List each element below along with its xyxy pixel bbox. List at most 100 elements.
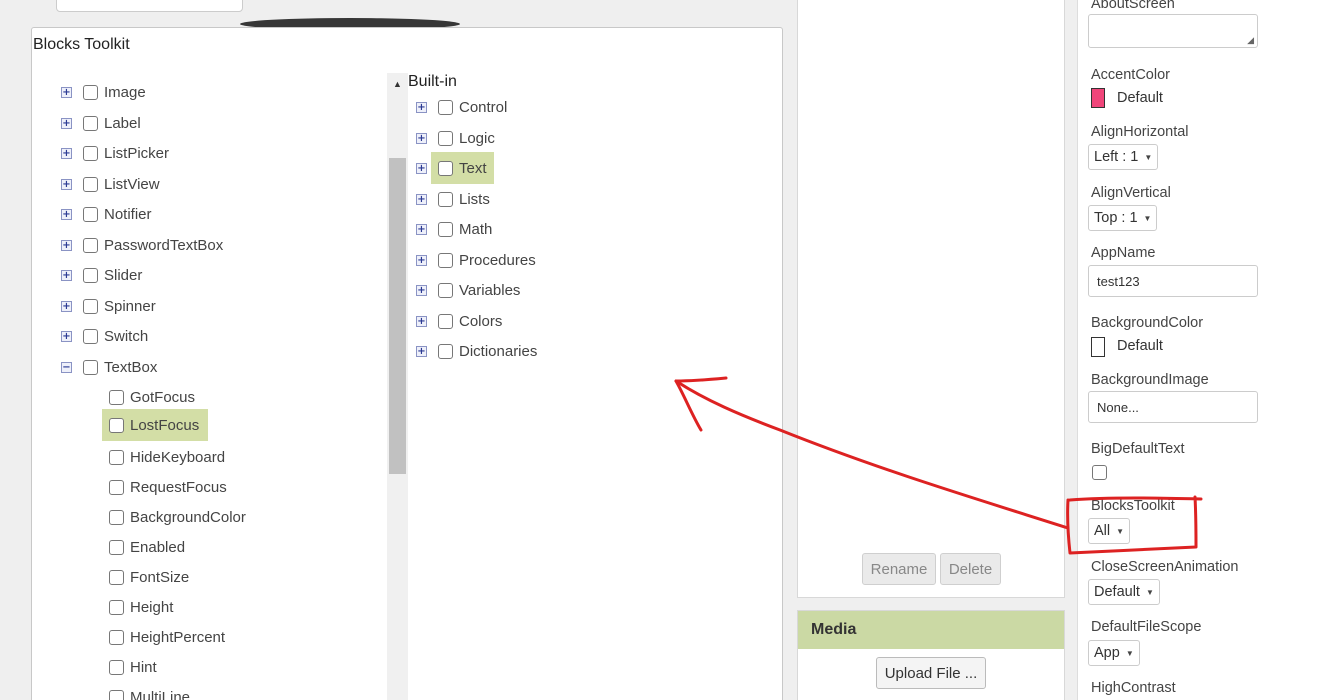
- rename-button[interactable]: Rename: [862, 553, 936, 585]
- expand-icon[interactable]: +: [416, 315, 427, 327]
- checkbox[interactable]: [438, 191, 453, 207]
- builtin-item-colors[interactable]: + Colors: [416, 309, 502, 333]
- tree-item-switch[interactable]: + Switch: [61, 324, 148, 348]
- checkbox[interactable]: [109, 417, 124, 433]
- backgroundimage-input[interactable]: None...: [1088, 391, 1258, 423]
- tree-item-spinner[interactable]: + Spinner: [61, 294, 156, 318]
- tree-child-gotfocus[interactable]: GotFocus: [109, 385, 195, 409]
- checkbox[interactable]: [109, 629, 124, 645]
- accent-color-swatch[interactable]: [1091, 88, 1105, 108]
- builtin-item-control[interactable]: + Control: [416, 95, 507, 119]
- tree-item-passwordtextbox[interactable]: + PasswordTextBox: [61, 233, 223, 257]
- bigdefaulttext-checkbox[interactable]: [1092, 465, 1107, 480]
- tree-item-listpicker[interactable]: + ListPicker: [61, 141, 169, 165]
- tree-child-requestfocus[interactable]: RequestFocus: [109, 475, 227, 499]
- tree-scrollbar-thumb[interactable]: [389, 158, 406, 474]
- checkbox[interactable]: [109, 449, 124, 465]
- accent-color-value[interactable]: Default: [1117, 90, 1163, 106]
- aboutscreen-textarea[interactable]: ◢: [1088, 14, 1258, 48]
- expand-icon[interactable]: +: [61, 239, 72, 251]
- alignhorizontal-select[interactable]: Left : 1 ▼: [1088, 144, 1159, 170]
- checkbox[interactable]: [109, 479, 124, 495]
- checkbox[interactable]: [109, 539, 124, 555]
- expand-icon[interactable]: +: [61, 147, 72, 159]
- background-color-value[interactable]: Default: [1117, 338, 1163, 354]
- tree-child-multiline[interactable]: MultiLine: [109, 685, 190, 700]
- resize-handle-icon[interactable]: ◢: [1247, 35, 1254, 46]
- builtin-item-dictionaries[interactable]: + Dictionaries: [416, 339, 537, 363]
- collapse-icon[interactable]: −: [61, 361, 72, 373]
- builtin-item-lists[interactable]: + Lists: [416, 187, 490, 211]
- builtin-item-text[interactable]: + Text: [416, 152, 494, 184]
- builtin-item-variables[interactable]: + Variables: [416, 278, 520, 302]
- builtin-item-logic[interactable]: + Logic: [416, 126, 495, 150]
- expand-icon[interactable]: +: [61, 330, 72, 342]
- checkbox[interactable]: [83, 176, 98, 192]
- upload-file-button[interactable]: Upload File ...: [876, 657, 986, 689]
- checkbox[interactable]: [438, 130, 453, 146]
- checkbox[interactable]: [83, 328, 98, 344]
- tree-item-textbox[interactable]: − TextBox: [61, 355, 157, 379]
- expand-icon[interactable]: +: [61, 178, 72, 190]
- tree-item-notifier[interactable]: + Notifier: [61, 202, 152, 226]
- tree-child-height[interactable]: Height: [109, 595, 173, 619]
- tree-item-label-component[interactable]: + Label: [61, 111, 141, 135]
- tree-item-slider[interactable]: + Slider: [61, 263, 142, 287]
- tree-child-backgroundcolor[interactable]: BackgroundColor: [109, 505, 246, 529]
- expand-icon[interactable]: +: [61, 86, 72, 98]
- tree-child-enabled[interactable]: Enabled: [109, 535, 185, 559]
- tree-child-heightpercent[interactable]: HeightPercent: [109, 625, 225, 649]
- checkbox[interactable]: [109, 599, 124, 615]
- expand-icon[interactable]: +: [416, 162, 427, 174]
- expand-icon[interactable]: +: [416, 132, 427, 144]
- checkbox[interactable]: [83, 84, 98, 100]
- expand-icon[interactable]: +: [61, 300, 72, 312]
- tree-child-fontsize[interactable]: FontSize: [109, 565, 189, 589]
- delete-button[interactable]: Delete: [940, 553, 1001, 585]
- checkbox[interactable]: [83, 115, 98, 131]
- checkbox[interactable]: [83, 206, 98, 222]
- expand-icon[interactable]: +: [416, 345, 427, 357]
- tree-child-hint[interactable]: Hint: [109, 655, 157, 679]
- checkbox[interactable]: [438, 221, 453, 237]
- checkbox[interactable]: [438, 282, 453, 298]
- expand-icon[interactable]: +: [61, 208, 72, 220]
- tree-child-lostfocus[interactable]: LostFocus: [102, 409, 208, 441]
- checkbox[interactable]: [109, 689, 124, 700]
- checkbox[interactable]: [109, 509, 124, 525]
- builtin-item-math[interactable]: + Math: [416, 217, 492, 241]
- expand-icon[interactable]: +: [416, 223, 427, 235]
- expand-icon[interactable]: +: [416, 254, 427, 266]
- checkbox[interactable]: [109, 569, 124, 585]
- builtin-item-procedures[interactable]: + Procedures: [416, 248, 536, 272]
- checkbox[interactable]: [438, 160, 453, 176]
- checkbox[interactable]: [83, 267, 98, 283]
- tree-item-image[interactable]: + Image: [61, 80, 146, 104]
- checkbox[interactable]: [109, 659, 124, 675]
- checkbox[interactable]: [83, 298, 98, 314]
- prop-label-defaultfilescope: DefaultFileScope: [1091, 619, 1202, 635]
- checkbox[interactable]: [83, 359, 98, 375]
- expand-icon[interactable]: +: [416, 193, 427, 205]
- expand-icon[interactable]: +: [416, 284, 427, 296]
- alignvertical-select[interactable]: Top : 1 ▼: [1088, 205, 1158, 231]
- tree-item-listview[interactable]: + ListView: [61, 172, 160, 196]
- expand-icon[interactable]: +: [61, 117, 72, 129]
- checkbox[interactable]: [438, 313, 453, 329]
- blockstoolkit-select[interactable]: All ▼: [1088, 518, 1131, 544]
- closescreenanimation-select[interactable]: Default ▼: [1088, 579, 1160, 605]
- checkbox[interactable]: [109, 389, 124, 405]
- collapse-caret-icon[interactable]: ▲: [393, 79, 402, 89]
- checkbox[interactable]: [438, 343, 453, 359]
- checkbox[interactable]: [438, 252, 453, 268]
- tree-child-hidekeyboard[interactable]: HideKeyboard: [109, 445, 225, 469]
- expand-icon[interactable]: +: [416, 101, 427, 113]
- tree-item-label: Notifier: [104, 205, 152, 223]
- defaultfilescope-select[interactable]: App ▼: [1088, 640, 1140, 666]
- expand-icon[interactable]: +: [61, 269, 72, 281]
- appname-input[interactable]: test123: [1088, 265, 1258, 297]
- checkbox[interactable]: [438, 99, 453, 115]
- checkbox[interactable]: [83, 145, 98, 161]
- background-color-swatch[interactable]: [1091, 337, 1105, 357]
- checkbox[interactable]: [83, 237, 98, 253]
